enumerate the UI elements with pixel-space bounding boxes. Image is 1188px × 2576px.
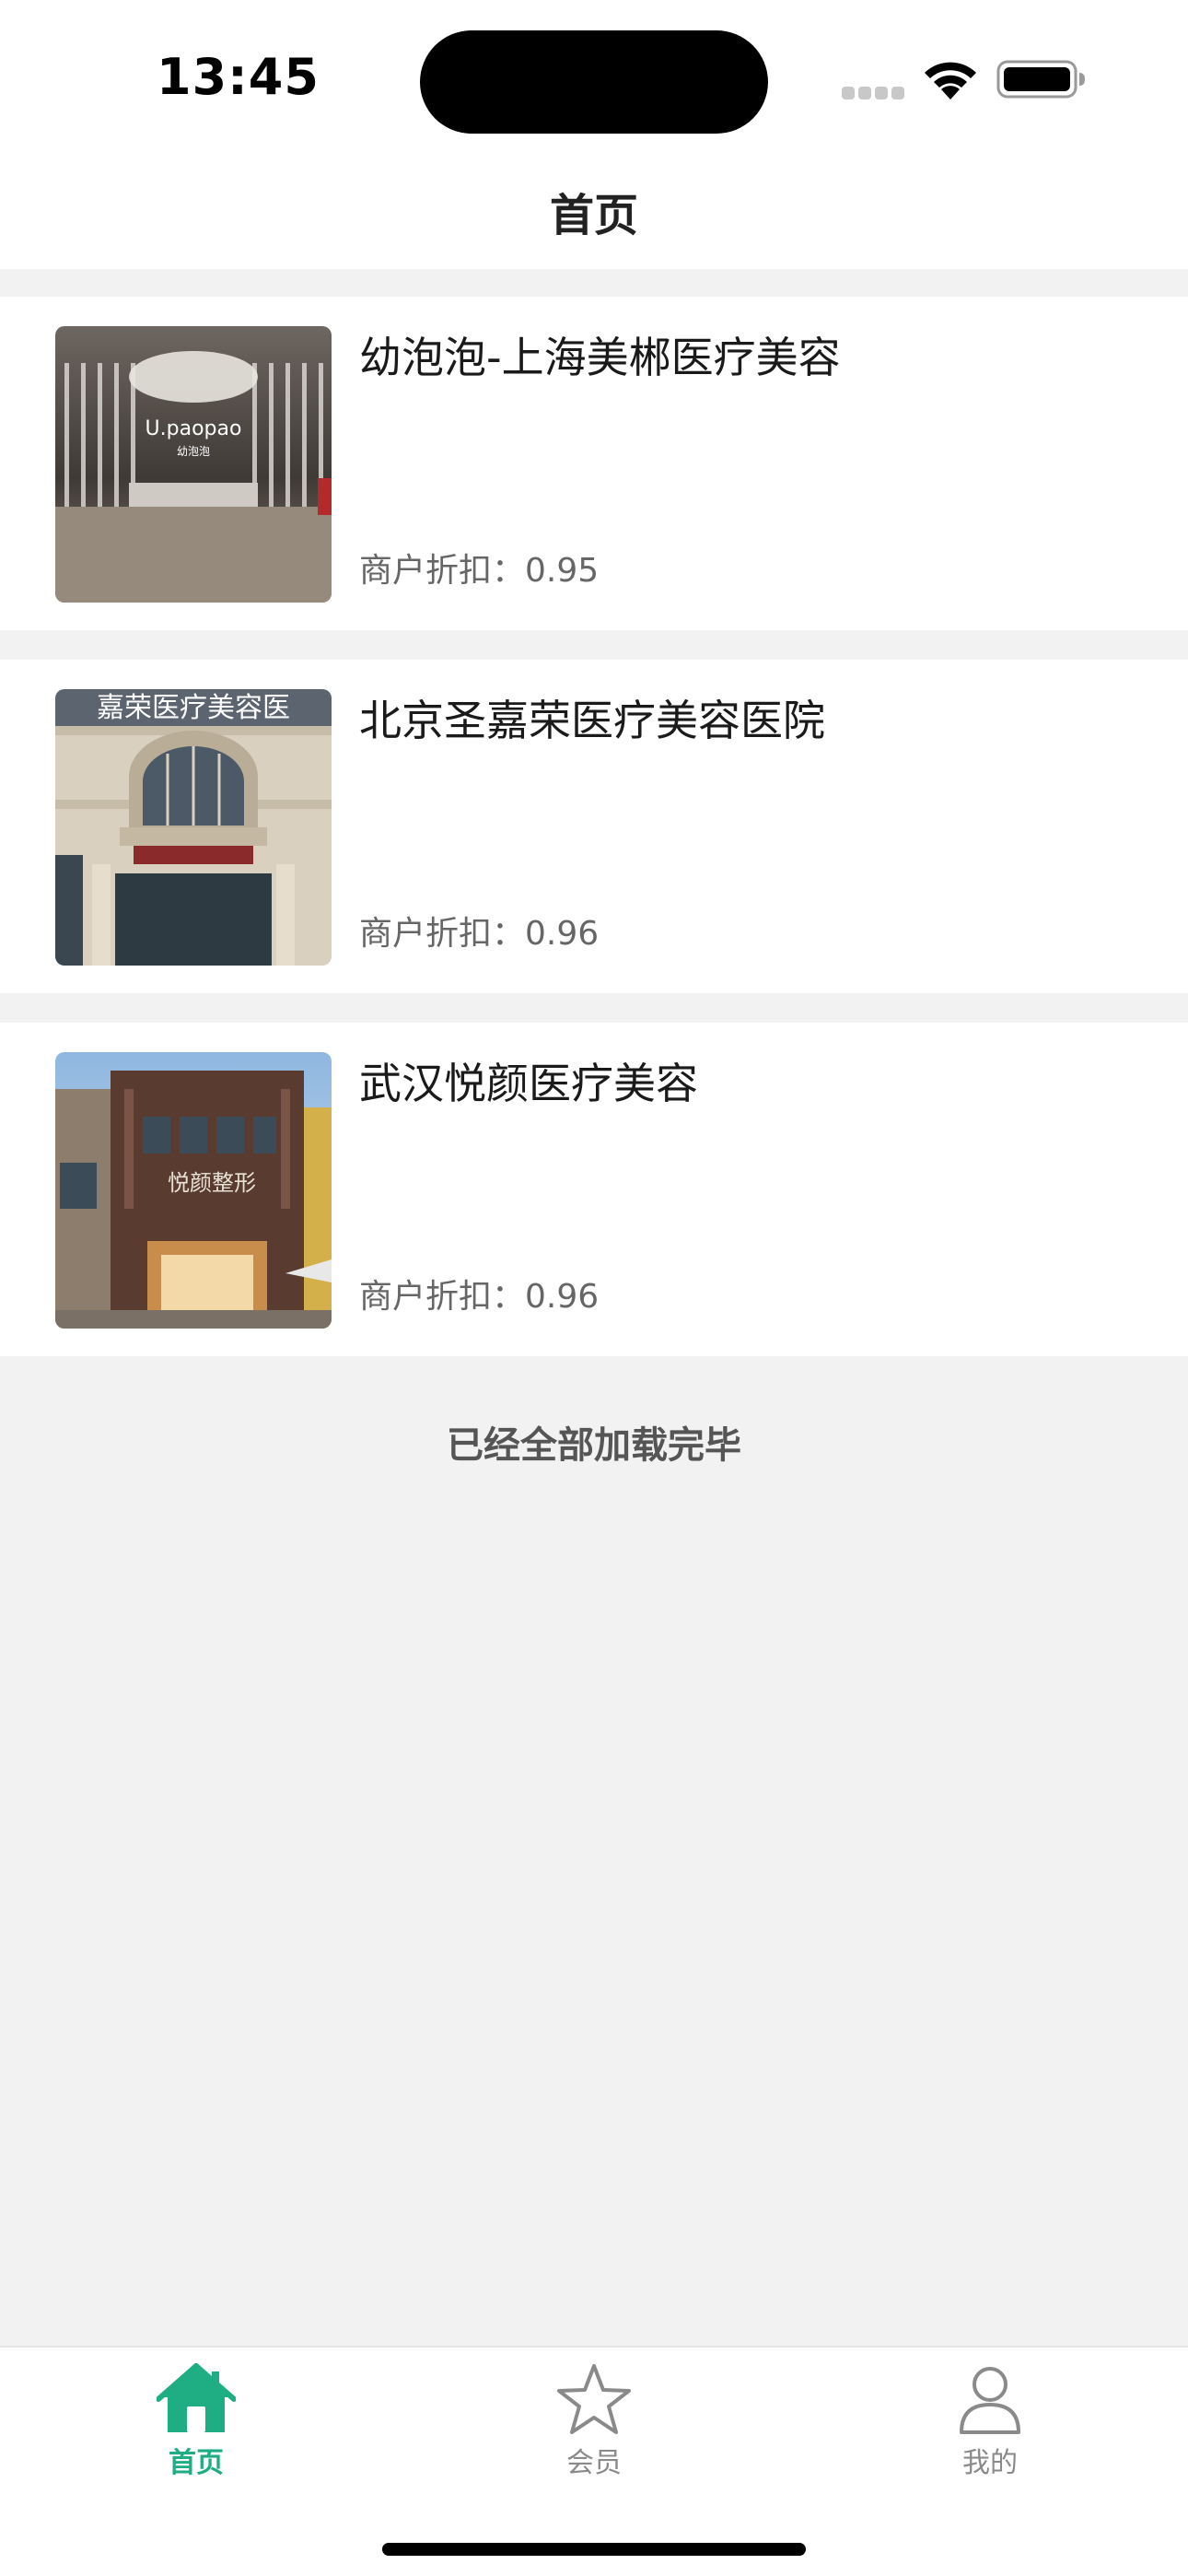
tab-mine-label: 我的	[962, 2447, 1018, 2479]
discount-value: 0.95	[525, 552, 600, 590]
dynamic-island	[420, 30, 768, 134]
status-time: 13:45	[157, 48, 320, 106]
discount-value: 0.96	[525, 915, 600, 953]
merchant-sign-text: 嘉荣医疗美容医	[97, 692, 290, 724]
merchant-card[interactable]: U.paopao 幼泡泡 幼泡泡-上海美郴医疗美容 商户折扣：0.95	[0, 297, 1188, 630]
list-end-message: 已经全部加载完毕	[447, 1424, 741, 1467]
discount-label: 商户折扣：	[359, 1278, 526, 1316]
merchant-sign-subtext: 幼泡泡	[177, 445, 210, 458]
discount-value: 0.96	[525, 1278, 600, 1316]
merchant-card[interactable]: 嘉荣医疗美容医 北京圣嘉荣医疗美容医院 商户折扣：0.96	[0, 660, 1188, 993]
tab-member[interactable]: 会员	[502, 2362, 686, 2480]
tab-mine[interactable]: 我的	[898, 2362, 1082, 2480]
page-title: 首页	[549, 190, 638, 241]
merchant-sign-text: 悦颜整形	[168, 1170, 256, 1196]
merchant-discount: 商户折扣：0.96	[359, 907, 599, 954]
merchant-name: 北京圣嘉荣医疗美容医院	[359, 696, 825, 745]
tab-home-label: 首页	[169, 2447, 224, 2479]
merchant-name: 武汉悦颜医疗美容	[359, 1059, 698, 1108]
star-icon	[557, 2364, 631, 2434]
merchant-discount: 商户折扣：0.95	[359, 544, 599, 591]
tab-member-label: 会员	[566, 2447, 622, 2479]
merchant-sign-text: U.paopao	[146, 417, 242, 440]
merchant-discount: 商户折扣：0.96	[359, 1270, 599, 1317]
cellular-signal-icon	[842, 87, 904, 100]
tab-home[interactable]: 首页	[104, 2362, 288, 2480]
discount-label: 商户折扣：	[359, 915, 526, 953]
discount-label: 商户折扣：	[359, 552, 526, 590]
status-bar: 13:45	[0, 0, 1188, 157]
home-icon	[157, 2363, 236, 2432]
navigation-bar: 首页	[0, 157, 1188, 269]
home-indicator[interactable]	[382, 2543, 806, 2556]
merchant-thumbnail: 悦颜整形	[55, 1052, 332, 1329]
battery-icon	[996, 60, 1085, 99]
user-icon	[960, 2367, 1020, 2434]
app-screen: 13:45 首页 U.paopao 幼泡泡 幼泡泡-上海美郴医疗美容 商户折扣：…	[0, 0, 1188, 2576]
merchant-thumbnail: U.paopao 幼泡泡	[55, 326, 332, 603]
merchant-name: 幼泡泡-上海美郴医疗美容	[359, 333, 841, 382]
wifi-icon	[925, 62, 976, 100]
merchant-thumbnail: 嘉荣医疗美容医	[55, 689, 332, 966]
tab-bar: 首页 会员 我的	[0, 2346, 1188, 2576]
merchant-list: U.paopao 幼泡泡 幼泡泡-上海美郴医疗美容 商户折扣：0.95 嘉荣医疗…	[0, 297, 1188, 1386]
merchant-card[interactable]: 悦颜整形 武汉悦颜医疗美容 商户折扣：0.96	[0, 1023, 1188, 1356]
